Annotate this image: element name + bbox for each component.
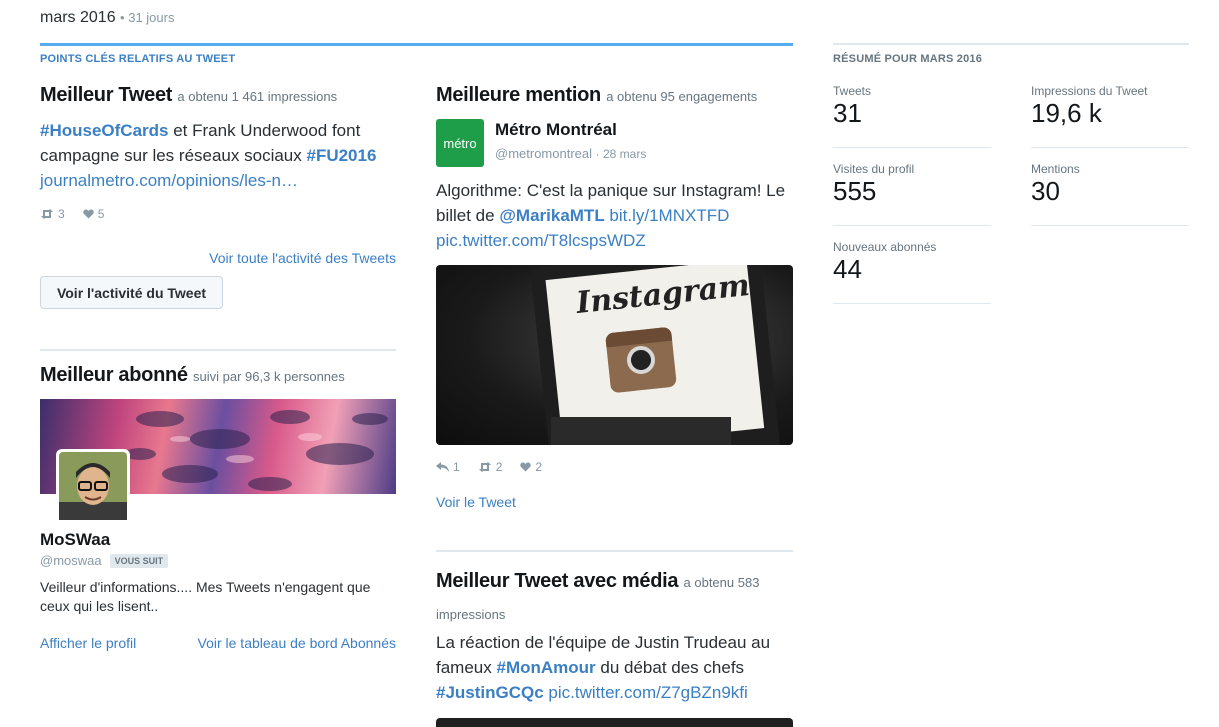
top-media-tweet-subtitle: a obtenu 583	[683, 575, 760, 590]
summary-divider	[833, 43, 1189, 45]
top-media-tweet-subtitle-2: impressions	[436, 607, 506, 622]
top-tweet-stats: 3 5	[40, 207, 400, 221]
phone-toolbar	[551, 417, 731, 445]
heart-icon	[82, 209, 94, 219]
follows-you-badge: VOUS SUIT	[109, 553, 169, 568]
summary-visits: Visites du profil 555	[833, 162, 914, 207]
mention-author[interactable]: Métro Montréal	[495, 120, 617, 140]
summary-mentions: Mentions 30	[1031, 162, 1080, 207]
top-media-tweet-title: Meilleur Tweet avec média a obtenu 583 i…	[436, 570, 760, 622]
short-url-link[interactable]: bit.ly/1MNXTFD	[605, 206, 729, 225]
top-tweet-subtitle: a obtenu 1 461 impressions	[177, 89, 338, 104]
mention-meta: @metromontreal · 28 mars	[495, 146, 646, 161]
retweet-icon	[478, 462, 491, 472]
follower-divider	[40, 349, 396, 351]
reply-stat: 1	[436, 460, 460, 474]
summary-sep	[833, 225, 991, 226]
summary-sep	[1031, 147, 1189, 148]
tweets-label: Tweets	[833, 84, 872, 98]
highlights-divider	[40, 43, 793, 46]
top-tweet-title: Meilleur Tweet a obtenu 1 461 impression…	[40, 84, 338, 106]
mention-stats: 1 2 2	[436, 460, 542, 474]
user-mention-link[interactable]: @MarikaMTL	[499, 206, 604, 225]
summary-sep	[1031, 225, 1189, 226]
visits-value: 555	[833, 176, 877, 206]
hashtag-link[interactable]: #HouseOfCards	[40, 121, 168, 140]
retweet-stat: 2	[478, 460, 502, 474]
heart-icon	[520, 462, 532, 472]
follower-handle: @moswaa	[40, 553, 102, 568]
reply-icon	[436, 462, 449, 472]
hashtag-link[interactable]: #FU2016	[306, 146, 376, 165]
all-tweet-activity-link[interactable]: Voir toute l'activité des Tweets	[40, 250, 396, 266]
top-tweet-card: Meilleur Tweet a obtenu 1 461 impression…	[40, 84, 400, 221]
mention-date: · 28 mars	[595, 147, 647, 161]
summary-impressions: Impressions du Tweet 19,6 k	[1031, 84, 1148, 129]
followers-label: Nouveaux abonnés	[833, 240, 937, 254]
impressions-label: Impressions du Tweet	[1031, 84, 1148, 98]
media-tweet-text: La réaction de l'équipe de Justin Trudea…	[436, 633, 771, 702]
follower-name[interactable]: MoSWaa	[40, 530, 110, 550]
camera-icon	[605, 326, 677, 394]
follower-avatar[interactable]	[56, 449, 130, 523]
media-tweet-image[interactable]	[436, 718, 793, 727]
summary-sep	[833, 147, 991, 148]
follower-bio: Veilleur d'informations.... Mes Tweets n…	[40, 579, 371, 614]
like-stat: 5	[82, 207, 104, 221]
retweet-stat: 3	[40, 207, 65, 221]
like-stat: 2	[520, 460, 542, 474]
retweet-icon	[41, 209, 53, 219]
media-tweet-divider	[436, 550, 793, 552]
top-tweet-text: #HouseOfCards et Frank Underwood font ca…	[40, 121, 377, 190]
top-follower-subtitle: suivi par 96,3 k personnes	[193, 369, 345, 384]
mention-text: Algorithme: C'est la panique sur Instagr…	[436, 181, 786, 250]
pic-url-link[interactable]: pic.twitter.com/Z7gBZn9kfi	[544, 683, 747, 702]
summary-followers: Nouveaux abonnés 44	[833, 240, 936, 285]
metro-avatar[interactable]: métro	[436, 119, 484, 167]
impressions-value: 19,6 k	[1031, 98, 1102, 128]
tweet-media-image[interactable]: Instagram	[436, 265, 793, 445]
follower-handle-row: @moswaa VOUS SUIT	[40, 553, 169, 568]
top-mention-subtitle: a obtenu 95 engagements	[606, 89, 758, 104]
period-days: • 31 jours	[120, 10, 175, 25]
mentions-label: Mentions	[1031, 162, 1080, 176]
top-follower-title: Meilleur abonné suivi par 96,3 k personn…	[40, 364, 345, 386]
tweets-value: 31	[833, 98, 862, 128]
view-tweet-link[interactable]: Voir le Tweet	[436, 494, 516, 510]
followers-dashboard-link[interactable]: Voir le tableau de bord Abonnés	[196, 635, 397, 651]
mentions-value: 30	[1031, 176, 1060, 206]
period-header: mars 2016 • 31 jours	[40, 9, 174, 27]
summary-kicker: RÉSUMÉ POUR MARS 2016	[833, 53, 983, 65]
followers-value: 44	[833, 254, 862, 284]
highlights-kicker: POINTS CLÉS RELATIFS AU TWEET	[40, 53, 236, 65]
mention-handle: @metromontreal	[495, 146, 593, 161]
avatar-cartoon-icon	[59, 452, 127, 520]
summary-sep	[833, 303, 991, 304]
visits-label: Visites du profil	[833, 162, 915, 176]
tweet-url-link[interactable]: journalmetro.com/opinions/les-n…	[40, 171, 298, 190]
period-title: mars 2016	[40, 9, 116, 26]
hashtag-link[interactable]: #MonAmour	[496, 658, 595, 677]
pic-url-link[interactable]: pic.twitter.com/T8lcspsWDZ	[436, 231, 646, 250]
top-mention-title: Meilleure mention a obtenu 95 engagement…	[436, 84, 758, 106]
hashtag-link[interactable]: #JustinGCQc	[436, 683, 544, 702]
summary-tweets: Tweets 31	[833, 84, 871, 129]
view-tweet-activity-button[interactable]: Voir l'activité du Tweet	[40, 276, 223, 309]
view-profile-link[interactable]: Afficher le profil	[40, 635, 136, 651]
